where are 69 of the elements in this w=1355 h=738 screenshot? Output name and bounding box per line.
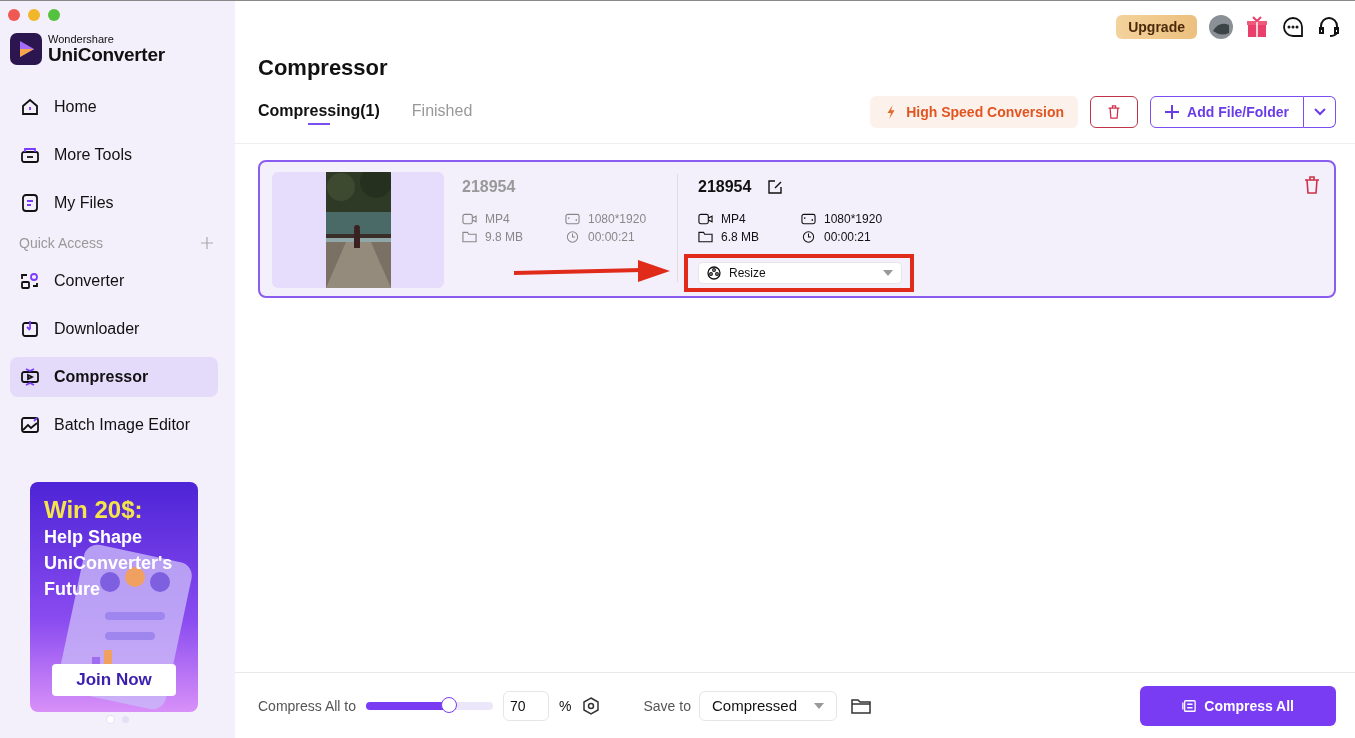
duration-text: 00:00:21 [588, 230, 635, 244]
page-title: Compressor [258, 55, 389, 81]
sidebar-item[interactable]: Compressor [10, 357, 218, 397]
add-menu-button[interactable] [1304, 96, 1336, 128]
resolution-text: 1080*1920 [588, 212, 647, 226]
chat-icon[interactable] [1281, 15, 1305, 39]
trash-icon [1107, 105, 1122, 119]
compress-label: Compress All to [258, 697, 357, 714]
sidebar-item[interactable]: My Files [10, 183, 218, 223]
percent-field[interactable]: 70 [503, 690, 550, 721]
plus-icon [1165, 105, 1180, 119]
sidebar-item[interactable]: Downloader [10, 309, 218, 349]
avatar[interactable] [1209, 15, 1233, 39]
video-icon [462, 213, 477, 225]
output-name: 218954 [698, 178, 752, 197]
resolution-icon [801, 213, 816, 225]
resolution-text: 1080*1920 [824, 212, 883, 226]
toolbox-icon [20, 145, 40, 165]
folder-icon [698, 231, 713, 243]
gift-icon[interactable] [1245, 15, 1269, 39]
section-label: Quick Access [19, 235, 104, 251]
dropdown-arrow-icon [883, 270, 893, 276]
folder-icon [462, 231, 477, 243]
format-text: MP4 [721, 212, 746, 226]
file-card[interactable]: 218954 MP4 1080*1920 9.8 MB 00:00:21 218954 MP4 1080*1920 6.8 MB 00:00:21 Resize [258, 160, 1336, 298]
brand-maker: Wondershare [48, 34, 115, 45]
download-icon [20, 319, 40, 339]
chevron-down-icon [1313, 108, 1326, 116]
image-icon [20, 415, 40, 435]
page-dot[interactable] [106, 716, 114, 723]
duration-text: 00:00:21 [824, 230, 871, 244]
resolution-icon [565, 213, 580, 225]
film-reel-icon [707, 266, 721, 280]
percent-unit: % [559, 697, 572, 714]
folder-icon[interactable] [851, 697, 871, 714]
join-now-button[interactable]: Join Now [52, 664, 176, 696]
file-name: 218954 [462, 178, 517, 197]
close-window-button[interactable] [8, 9, 20, 21]
video-icon [698, 213, 713, 225]
delete-all-button[interactable] [1090, 96, 1139, 128]
save-to-label: Save to [643, 697, 691, 714]
converter-icon [20, 271, 40, 291]
compress-all-button[interactable]: Compress All [1140, 685, 1336, 726]
brand-name: UniConverter [48, 45, 165, 64]
home-icon [20, 97, 40, 117]
sidebar-item[interactable]: Batch Image Editor [10, 405, 218, 445]
clock-icon [801, 231, 816, 243]
headset-icon[interactable] [1317, 15, 1341, 39]
settings-icon[interactable] [581, 696, 600, 715]
compress-icon [1182, 698, 1197, 713]
sidebar-item[interactable]: Home [10, 87, 218, 127]
slider-thumb[interactable] [440, 696, 457, 713]
clock-icon [565, 231, 580, 243]
sidebar-item[interactable]: More Tools [10, 135, 218, 175]
promo-headline: Win 20$: [44, 496, 144, 524]
format-text: MP4 [485, 212, 510, 226]
edit-icon[interactable] [767, 179, 784, 195]
app-logo-icon [10, 33, 42, 65]
file-icon [20, 193, 40, 213]
sidebar-item[interactable]: Converter [10, 261, 218, 301]
size-text: 6.8 MB [721, 230, 759, 244]
compress-icon [20, 367, 40, 387]
method-dropdown[interactable]: Resize [698, 262, 902, 284]
size-text: 9.8 MB [485, 230, 523, 244]
add-file-button[interactable]: Add File/Folder [1150, 96, 1304, 128]
upgrade-button[interactable]: Upgrade [1116, 15, 1197, 39]
save-location-dropdown[interactable]: Compressed [699, 690, 837, 721]
dropdown-arrow-icon [814, 702, 824, 709]
delete-icon[interactable] [1304, 176, 1320, 194]
